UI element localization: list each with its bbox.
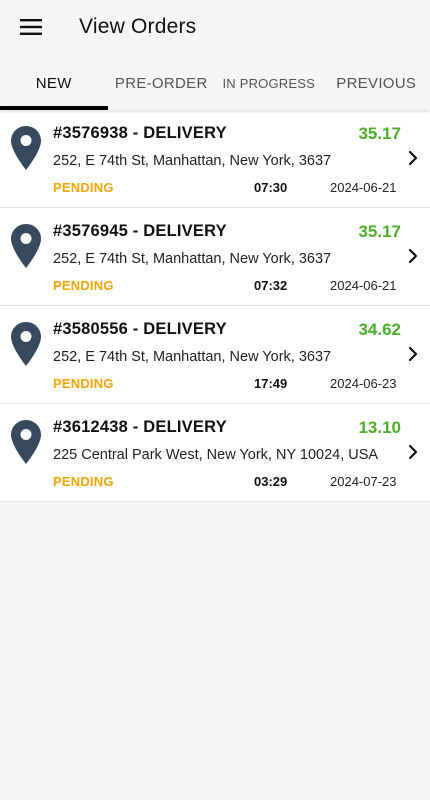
order-title: #3580556 - DELIVERY <box>53 320 227 338</box>
location-pin-icon <box>11 224 41 268</box>
order-row[interactable]: #3580556 - DELIVERY 34.62 252, E 74th St… <box>0 306 430 404</box>
tab-pre-order[interactable]: PRE-ORDER <box>108 56 216 110</box>
order-row[interactable]: #3576938 - DELIVERY 35.17 252, E 74th St… <box>0 110 430 208</box>
order-title: #3612438 - DELIVERY <box>53 418 227 436</box>
location-pin-icon <box>11 126 41 170</box>
tab-label: PREVIOUS <box>336 74 417 92</box>
order-time: 07:32 <box>254 278 288 293</box>
location-pin-icon <box>11 322 41 366</box>
order-amount: 34.62 <box>358 320 401 339</box>
page-title: View Orders <box>79 15 197 38</box>
order-amount: 35.17 <box>358 222 401 241</box>
chevron-right-icon[interactable] <box>406 150 420 166</box>
tab-in-progress[interactable]: IN PROGRESS <box>215 56 323 110</box>
order-status: PENDING <box>53 376 114 391</box>
tab-previous[interactable]: PREVIOUS <box>323 56 430 110</box>
order-date: 2024-06-21 <box>330 278 397 293</box>
order-row[interactable]: #3576945 - DELIVERY 35.17 252, E 74th St… <box>0 208 430 306</box>
order-amount: 13.10 <box>358 418 401 437</box>
order-address: 225 Central Park West, New York, NY 1002… <box>53 447 379 463</box>
order-date: 2024-06-23 <box>330 376 397 391</box>
chevron-right-icon[interactable] <box>406 444 420 460</box>
tab-label: NEW <box>35 74 72 92</box>
tab-bar: NEW PRE-ORDER IN PROGRESS PREVIOUS <box>0 56 430 110</box>
order-status: PENDING <box>53 278 114 293</box>
hamburger-menu-icon[interactable] <box>14 12 48 42</box>
orders-list: #3576938 - DELIVERY 35.17 252, E 74th St… <box>0 110 430 502</box>
order-time: 07:30 <box>254 180 288 195</box>
location-pin-icon <box>11 420 41 464</box>
order-date: 2024-06-21 <box>330 180 397 195</box>
tab-label: PRE-ORDER <box>114 74 208 92</box>
order-address: 252, E 74th St, Manhattan, New York, 363… <box>53 349 332 365</box>
tab-label: IN PROGRESS <box>222 75 315 91</box>
order-date: 2024-07-23 <box>330 474 397 489</box>
tab-new[interactable]: NEW <box>0 56 108 110</box>
app-bar: View Orders <box>0 0 430 56</box>
order-status: PENDING <box>53 180 114 195</box>
order-time: 17:49 <box>254 376 288 391</box>
chevron-right-icon[interactable] <box>406 346 420 362</box>
order-address: 252, E 74th St, Manhattan, New York, 363… <box>53 251 332 267</box>
order-row[interactable]: #3612438 - DELIVERY 13.10 225 Central Pa… <box>0 404 430 502</box>
chevron-right-icon[interactable] <box>406 248 420 264</box>
order-address: 252, E 74th St, Manhattan, New York, 363… <box>53 153 332 169</box>
active-tab-indicator <box>0 106 108 110</box>
order-title: #3576938 - DELIVERY <box>53 124 227 142</box>
order-time: 03:29 <box>254 474 288 489</box>
order-title: #3576945 - DELIVERY <box>53 222 227 240</box>
order-status: PENDING <box>53 474 114 489</box>
order-amount: 35.17 <box>358 124 401 143</box>
